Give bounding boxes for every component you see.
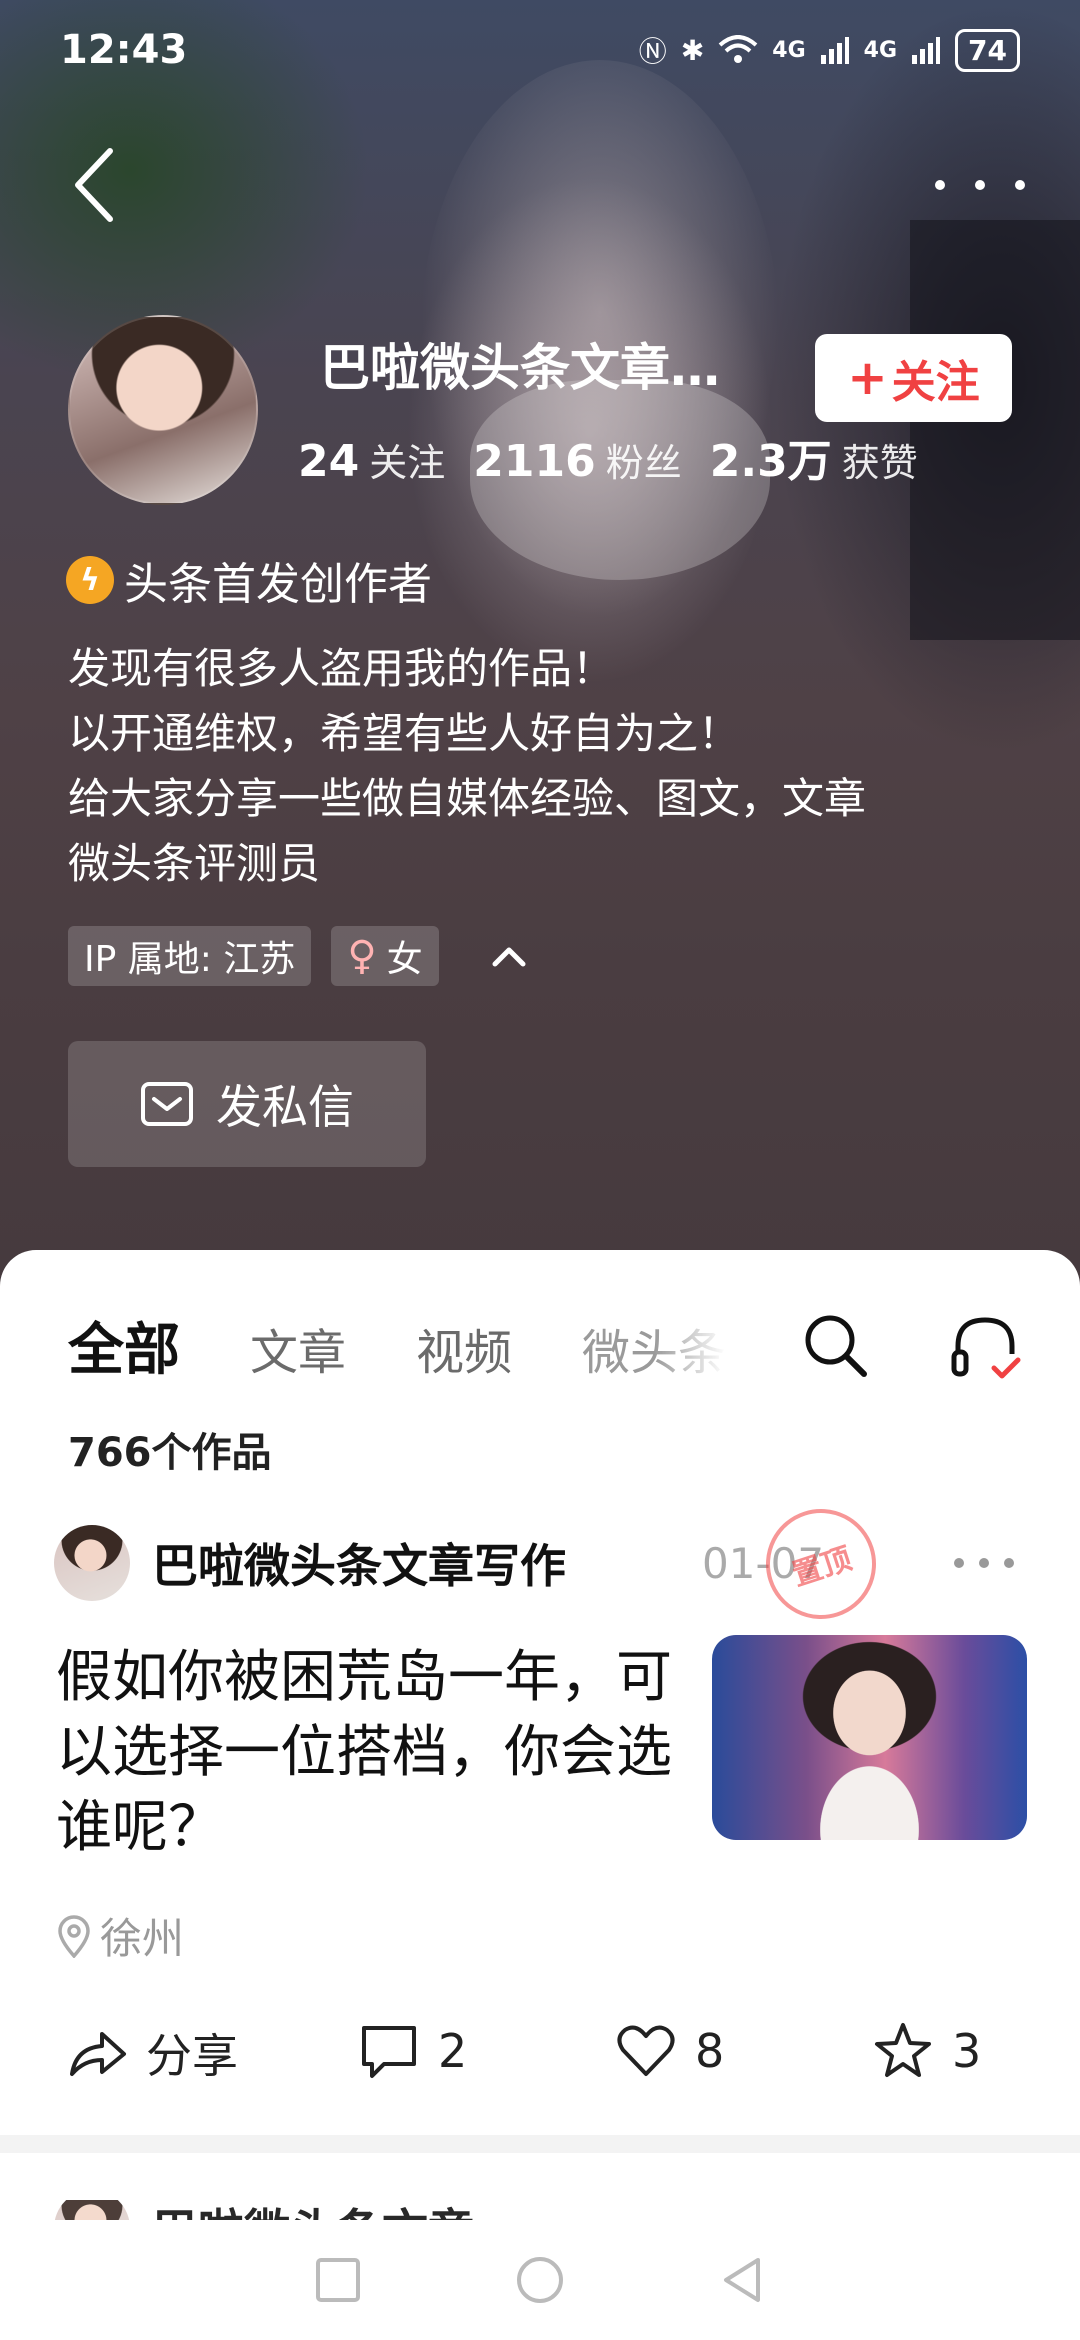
tab-articles[interactable]: 文章 — [250, 1313, 346, 1383]
stat-likes[interactable]: 2.3万 获赞 — [710, 425, 918, 489]
works-count: 766个作品 — [68, 1430, 272, 1476]
pinned-stamp: 置顶 — [751, 1494, 891, 1633]
stat-likes-label: 获赞 — [841, 441, 918, 485]
status-icons: Ⓝ ✱ 4G 4G 74 — [638, 28, 1020, 72]
comment-icon — [362, 2026, 416, 2078]
post-location: 徐州 — [56, 1905, 184, 1966]
post-location-label: 徐州 — [100, 1914, 185, 1963]
plus-icon: + — [847, 350, 888, 406]
status-time: 12:43 — [60, 27, 188, 73]
cell-signal-1-icon — [820, 37, 849, 64]
chevron-up-icon[interactable] — [479, 926, 539, 986]
profile-stats: 24 关注 2116 粉丝 2.3万 获赞 — [298, 425, 918, 489]
comment-button[interactable]: 2 — [358, 2020, 467, 2082]
share-icon — [70, 2032, 126, 2076]
content-sheet: 全部 文章 视频 微头条 766个作品 巴啦微头条文章写作 01-07 置顶 假… — [0, 1250, 1080, 2250]
cover-photo-building — [910, 220, 1080, 640]
stat-followers-label: 粉丝 — [605, 441, 682, 485]
wifi-icon — [718, 35, 758, 63]
post-divider — [0, 2135, 1080, 2153]
bio-line: 微头条评测员 — [68, 839, 321, 888]
send-message-label: 发私信 — [216, 1080, 354, 1134]
content-tabs: 全部 文章 视频 微头条 — [68, 1305, 726, 1386]
bio-line: 发现有很多人盗用我的作品！ — [68, 644, 615, 693]
heart-icon — [617, 2025, 675, 2076]
post-thumbnail[interactable] — [712, 1635, 1027, 1840]
mail-icon — [141, 1082, 193, 1126]
cell-signal-1-label: 4G — [772, 37, 806, 63]
gender-label: 女 — [386, 939, 423, 980]
post-more-icon[interactable] — [954, 1558, 1014, 1568]
bluetooth-icon: ✱ — [680, 33, 705, 67]
status-bar: 12:43 Ⓝ ✱ 4G 4G 74 — [0, 0, 1080, 100]
comment-count: 2 — [438, 2024, 468, 2078]
cell-signal-2-label: 4G — [863, 37, 898, 63]
tab-videos[interactable]: 视频 — [416, 1313, 512, 1383]
recent-apps-icon[interactable] — [312, 2254, 364, 2306]
favorite-count: 3 — [952, 2024, 982, 2078]
tab-all[interactable]: 全部 — [68, 1305, 180, 1386]
follow-button[interactable]: + 关注 — [815, 334, 1012, 422]
favorite-button[interactable]: 3 — [872, 2020, 981, 2082]
profile-bio: 发现有很多人盗用我的作品！ 以开通维权，希望有些人好自为之！ 给大家分享一些做自… — [68, 636, 866, 896]
search-icon[interactable] — [800, 1310, 870, 1380]
tab-micro-posts[interactable]: 微头条 — [582, 1313, 726, 1383]
creator-badge-label: 头条首发创作者 — [124, 559, 432, 610]
nfc-icon: Ⓝ — [638, 35, 667, 68]
post-actions: 分享 2 8 3 — [0, 2020, 1080, 2110]
headset-icon[interactable] — [948, 1310, 1023, 1385]
profile-tags: IP 属地: 江苏 ♀ 女 — [68, 926, 539, 986]
like-count: 8 — [695, 2024, 725, 2078]
bio-line: 给大家分享一些做自媒体经验、图文，文章 — [68, 774, 867, 823]
post-title[interactable]: 假如你被困荒岛一年，可以选择一位搭档，你会选谁呢？ — [56, 1640, 676, 1865]
bio-line: 以开通维权，希望有些人好自为之！ — [68, 709, 741, 758]
send-message-button[interactable]: 发私信 — [68, 1041, 426, 1167]
female-icon: ♀ — [347, 933, 377, 979]
more-dots-icon[interactable] — [935, 165, 1025, 205]
back-arrow-icon[interactable] — [70, 145, 120, 225]
stat-following-label: 关注 — [369, 441, 446, 485]
battery-indicator: 74 — [955, 28, 1020, 72]
creator-badge[interactable]: ϟ 头条首发创作者 — [66, 548, 432, 612]
stat-likes-count: 2.3万 — [709, 436, 832, 487]
ip-location-label: IP 属地: 江苏 — [84, 939, 296, 980]
system-navigation-bar — [0, 2220, 1080, 2340]
back-triangle-icon[interactable] — [716, 2254, 768, 2306]
author-avatar[interactable] — [54, 1525, 130, 1601]
stat-followers[interactable]: 2116 粉丝 — [473, 432, 681, 487]
post-author-row: 巴啦微头条文章写作 01-07 置顶 — [54, 1494, 1014, 1633]
gender-tag: ♀ 女 — [331, 926, 439, 986]
stat-following-count: 24 — [298, 436, 360, 487]
share-label: 分享 — [146, 2029, 238, 2083]
profile-name: 巴啦微头条文章写作 — [320, 339, 760, 397]
ip-location-tag: IP 属地: 江苏 — [68, 926, 312, 986]
profile-avatar[interactable] — [68, 315, 258, 505]
post-date: 01-07 置顶 — [702, 1494, 891, 1633]
follow-button-label: 关注 — [891, 357, 980, 408]
lightning-bolt-icon: ϟ — [66, 556, 114, 604]
cell-signal-2-icon — [912, 37, 941, 64]
like-button[interactable]: 8 — [615, 2020, 724, 2082]
location-pin-icon — [58, 1914, 90, 1958]
post-author-name[interactable]: 巴啦微头条文章写作 — [152, 1530, 652, 1596]
stat-followers-count: 2116 — [473, 436, 596, 487]
share-button[interactable]: 分享 — [66, 2020, 238, 2086]
home-icon[interactable] — [514, 2254, 566, 2306]
stat-following[interactable]: 24 关注 — [298, 432, 445, 487]
star-icon — [875, 2023, 931, 2077]
